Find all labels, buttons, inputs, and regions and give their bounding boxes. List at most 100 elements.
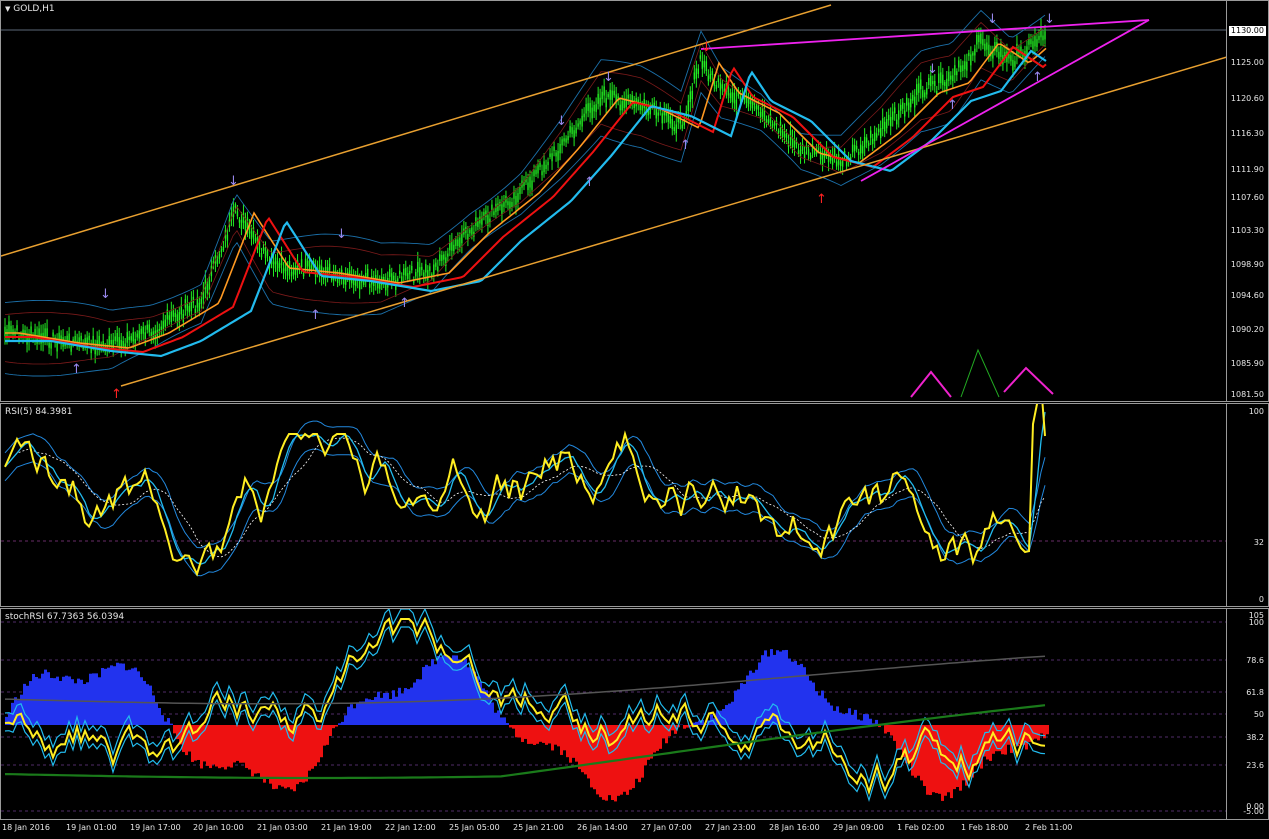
stoch-histogram-bar bbox=[152, 695, 155, 725]
stoch-histogram-bar bbox=[755, 669, 758, 725]
rsi-pane[interactable]: RSI(5) 84.3981 100 32 0 bbox=[0, 403, 1269, 607]
candle-body bbox=[883, 121, 886, 132]
candle-body bbox=[304, 258, 307, 269]
time-tick: 20 Jan 10:00 bbox=[193, 823, 244, 832]
candle-body bbox=[924, 92, 926, 98]
stochrsi-axis[interactable]: 105 100 78.6 61.8 50 38.2 23.6 0.00 -5.0… bbox=[1226, 609, 1268, 819]
stoch-histogram-bar bbox=[356, 703, 359, 725]
candle-body bbox=[421, 266, 423, 271]
candle-body bbox=[461, 232, 463, 244]
candle-body bbox=[236, 211, 239, 217]
price-tick: 1103.30 bbox=[1230, 226, 1264, 235]
candle-body bbox=[964, 61, 966, 70]
candle-body bbox=[898, 110, 900, 120]
stoch-histogram-bar bbox=[899, 725, 902, 750]
price-chart-pane[interactable]: ↓ ↓ ↓ ↓ ↓ ↓ ↓ ↓ ↑ ↑ ↑ ↑ ↑ ↑ ↑ ↑ ↑ ↓ ▼ GOLD,H1 1130.00 112… bbox=[0, 0, 1269, 402]
candle-body bbox=[126, 332, 128, 343]
candle-body bbox=[533, 170, 535, 177]
candle-body bbox=[563, 138, 565, 142]
stochrsi-canvas[interactable] bbox=[1, 609, 1227, 819]
stoch-histogram-bar bbox=[593, 725, 596, 790]
stoch-histogram-bar bbox=[95, 673, 98, 725]
stoch-histogram-bar bbox=[740, 683, 743, 725]
stoch-histogram-bar bbox=[974, 725, 977, 767]
stoch-histogram-bar bbox=[107, 667, 110, 725]
stoch-histogram-bar bbox=[419, 679, 422, 725]
stoch-histogram-bar bbox=[551, 725, 554, 751]
candle-body bbox=[547, 161, 549, 166]
stoch-histogram-bar bbox=[992, 725, 995, 754]
time-tick: 25 Jan 21:00 bbox=[513, 823, 564, 832]
candle-body bbox=[579, 120, 581, 125]
candle-body bbox=[529, 176, 531, 188]
candle-body bbox=[948, 71, 950, 82]
candle-body bbox=[132, 332, 134, 342]
stoch-histogram-bar bbox=[491, 702, 494, 725]
candle-body bbox=[310, 265, 313, 270]
candle-body bbox=[573, 130, 575, 139]
stoch-histogram-bar bbox=[890, 725, 893, 736]
stoch-histogram-bar bbox=[845, 713, 848, 725]
candle-body bbox=[479, 216, 481, 224]
candle-body bbox=[176, 314, 179, 322]
stoch-histogram-bar bbox=[314, 725, 317, 767]
fractal-down-arrow: ↓ bbox=[603, 70, 614, 85]
candle-body bbox=[968, 52, 970, 57]
candle-body bbox=[715, 85, 718, 89]
price-axis[interactable]: 1130.00 1125.00 1120.60 1116.30 1111.90 1107… bbox=[1226, 1, 1268, 401]
stoch-histogram-bar bbox=[800, 663, 803, 725]
stoch-histogram-bar bbox=[935, 725, 938, 794]
candle-body bbox=[661, 113, 663, 124]
candle-body bbox=[369, 283, 371, 288]
candle-body bbox=[423, 272, 425, 277]
stoch-histogram-bar bbox=[641, 725, 644, 778]
candle-body bbox=[821, 154, 824, 165]
stoch-histogram-bar bbox=[242, 725, 245, 763]
stoch-histogram-bar bbox=[440, 656, 443, 725]
candle-body bbox=[807, 149, 810, 156]
candle-body bbox=[906, 97, 908, 106]
candle-body bbox=[571, 127, 573, 134]
stoch-histogram-bar bbox=[86, 682, 89, 725]
candle-body bbox=[717, 78, 720, 83]
candle-body bbox=[302, 272, 305, 277]
rsi-tick-100: 100 bbox=[1248, 407, 1264, 416]
stoch-histogram-bar bbox=[533, 725, 536, 745]
stoch-histogram-bar bbox=[560, 725, 563, 755]
rsi-canvas[interactable] bbox=[1, 404, 1227, 606]
candle-body bbox=[222, 246, 225, 251]
time-axis[interactable]: 18 Jan 2016 19 Jan 01:00 19 Jan 17:00 20 Ja… bbox=[0, 820, 1269, 839]
stoch-histogram-bar bbox=[815, 691, 818, 725]
candle-body bbox=[954, 65, 956, 76]
stoch-histogram-bar bbox=[857, 719, 860, 725]
stochrsi-pane[interactable]: stochRSI 67.7363 56.0394 105 100 78.6 61… bbox=[0, 608, 1269, 820]
candle-body bbox=[160, 326, 162, 331]
candle-body bbox=[627, 94, 629, 99]
time-tick: 21 Jan 03:00 bbox=[257, 823, 308, 832]
candle-body bbox=[182, 314, 185, 322]
candle-body bbox=[437, 266, 439, 272]
candle-body bbox=[803, 151, 806, 159]
stoch-histogram-bar bbox=[611, 725, 614, 801]
candle-body bbox=[869, 130, 872, 138]
pattern-marker-2 bbox=[960, 348, 1000, 398]
candle-body bbox=[902, 102, 904, 109]
price-chart-canvas[interactable]: ↓ ↓ ↓ ↓ ↓ ↓ ↓ ↓ ↑ ↑ ↑ ↑ ↑ ↑ ↑ ↑ ↑ ↓ bbox=[1, 1, 1227, 401]
candle-body bbox=[112, 339, 114, 350]
candle-body bbox=[771, 124, 774, 128]
candle-body bbox=[441, 255, 443, 261]
rsi-axis[interactable]: 100 32 0 bbox=[1226, 404, 1268, 606]
candle-body bbox=[958, 60, 960, 68]
time-tick: 21 Jan 19:00 bbox=[321, 823, 372, 832]
ema-mid-line bbox=[5, 45, 1047, 354]
candle-body bbox=[613, 90, 615, 96]
stoch-histogram-bar bbox=[50, 677, 53, 725]
rsi-tick-0: 0 bbox=[1258, 595, 1264, 604]
candle-body bbox=[170, 311, 173, 322]
stoch-histogram-bar bbox=[539, 725, 542, 742]
stoch-histogram-bar bbox=[746, 675, 749, 725]
candle-body bbox=[896, 119, 898, 125]
stoch-histogram-bar bbox=[359, 701, 362, 725]
candle-body bbox=[405, 267, 407, 276]
symbol-dropdown-icon[interactable]: ▼ bbox=[5, 5, 10, 13]
